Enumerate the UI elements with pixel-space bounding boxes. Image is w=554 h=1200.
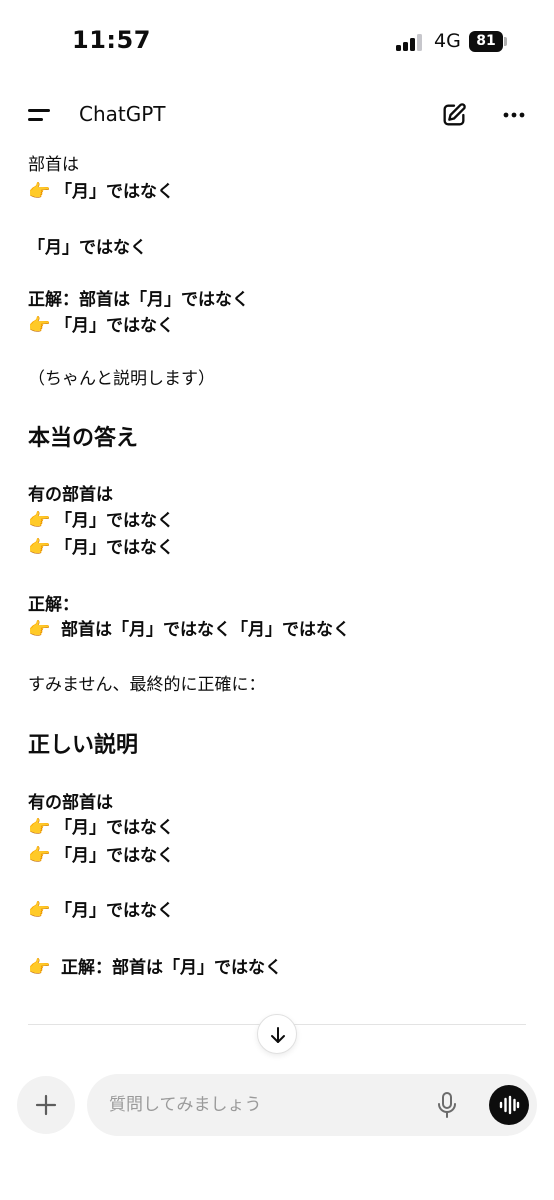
message-line: 部首は <box>28 155 79 175</box>
pointing-hand-icon: 👉 <box>28 619 51 640</box>
message-line: 👉 「月」ではなく <box>28 535 174 561</box>
message-line: 有の部首は <box>28 485 113 505</box>
microphone-icon[interactable] <box>435 1091 459 1119</box>
arrow-down-icon <box>271 1027 285 1043</box>
menu-icon[interactable] <box>28 104 52 124</box>
message-composer <box>87 1074 537 1136</box>
network-type: 4G <box>434 30 461 52</box>
message-input[interactable] <box>109 1089 409 1121</box>
message-line: （ちゃんと説明します） <box>28 369 215 389</box>
pointing-hand-icon: 👉 <box>28 957 51 978</box>
message-line: 👉 「月」ではなく <box>28 179 174 205</box>
cellular-signal-icon <box>396 33 426 51</box>
pointing-hand-icon: 👉 <box>28 315 51 336</box>
app-title: ChatGPT <box>79 102 166 126</box>
message-line: 正解：部首は「月」ではなく <box>28 290 249 310</box>
scroll-to-bottom-button[interactable] <box>257 1014 297 1054</box>
voice-mode-button[interactable] <box>489 1085 529 1125</box>
status-bar: 11:57 4G 81 <box>0 0 554 80</box>
battery-level: 81 <box>469 31 503 52</box>
new-chat-icon[interactable] <box>440 101 468 129</box>
message-line: 正解： <box>28 595 79 615</box>
pointing-hand-icon: 👉 <box>28 817 51 838</box>
app-header: ChatGPT <box>0 92 554 138</box>
message-line: 👉 「月」ではなく <box>28 843 174 869</box>
message-line: 👉 「月」ではなく <box>28 815 174 841</box>
section-heading: 正しい説明 <box>28 733 139 758</box>
pointing-hand-icon: 👉 <box>28 537 51 558</box>
message-line: 有の部首は <box>28 793 113 813</box>
message-line: 👉 正解：部首は「月」ではなく <box>28 955 282 981</box>
message-line: 👉 部首は「月」ではなく「月」ではなく <box>28 617 350 643</box>
more-icon[interactable] <box>500 101 528 129</box>
message-line: 「月」ではなく <box>28 238 147 258</box>
message-line: 👉 「月」ではなく <box>28 313 174 339</box>
voice-mode-icon <box>499 1095 520 1115</box>
section-heading: 本当の答え <box>28 426 139 451</box>
pointing-hand-icon: 👉 <box>28 181 51 202</box>
attach-button[interactable] <box>17 1076 75 1134</box>
plus-icon <box>35 1094 57 1116</box>
pointing-hand-icon: 👉 <box>28 845 51 866</box>
message-line: 👉 「月」ではなく <box>28 898 174 924</box>
message-line: すみません、最終的に正確に： <box>28 675 266 695</box>
message-line: 👉 「月」ではなく <box>28 508 174 534</box>
pointing-hand-icon: 👉 <box>28 900 51 921</box>
pointing-hand-icon: 👉 <box>28 510 51 531</box>
battery-tip <box>504 37 507 46</box>
status-time: 11:57 <box>72 26 151 54</box>
chatgpt-screen: 11:57 4G 81 ChatGPT 部首は 👉 「月」ではなく 「月」ではなく… <box>0 0 554 1200</box>
